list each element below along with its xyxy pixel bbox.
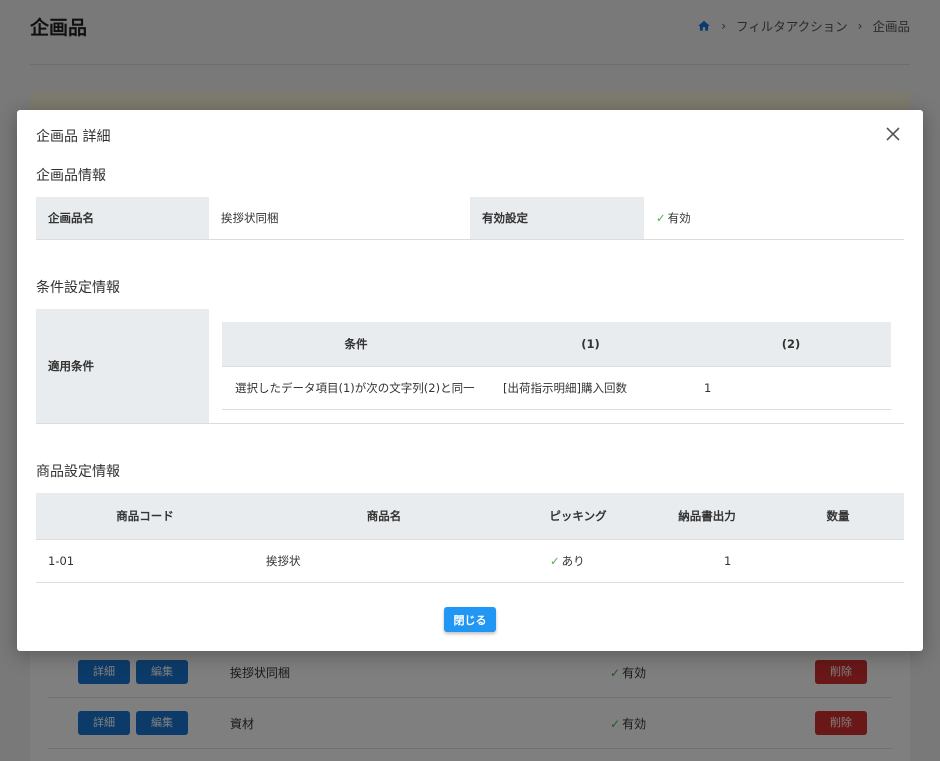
quantity-value: 1: [724, 539, 904, 583]
column-header: 商品名: [254, 493, 514, 540]
product-name: 挨拶状: [254, 539, 514, 583]
check-icon: ✓: [656, 210, 666, 225]
condition-label: 適用条件: [36, 309, 209, 423]
column-header: (2): [691, 322, 891, 367]
plan-section-title: 企画品情報: [36, 168, 106, 184]
column-header: 数量: [772, 493, 904, 540]
slip-output-value: [642, 539, 772, 583]
close-icon[interactable]: [885, 126, 901, 142]
condition-table: 条件 (1) (2) 選択したデータ項目(1)が次の文字列(2)と同一 [出荷指…: [222, 322, 891, 410]
table-row: 選択したデータ項目(1)が次の文字列(2)と同一 [出荷指示明細]購入回数 1: [222, 366, 891, 410]
table-header-row: 条件 (1) (2): [222, 322, 891, 367]
column-header: 納品書出力: [642, 493, 772, 540]
plan-name-value: 挨拶状同梱: [209, 197, 470, 240]
product-table: 商品コード 商品名 ピッキング 納品書出力 数量 1-01 挨拶状 ✓ あり 1: [36, 493, 904, 583]
column-header: 商品コード: [36, 493, 254, 540]
product-section-title: 商品設定情報: [36, 464, 120, 480]
plan-info-table: 企画品名 挨拶状同梱 有効設定 ✓ 有効: [36, 197, 904, 240]
enabled-label: 有効設定: [470, 197, 644, 240]
condition-section-title: 条件設定情報: [36, 280, 120, 296]
condition-cell: 選択したデータ項目(1)が次の文字列(2)と同一: [222, 366, 490, 410]
table-row: 1-01 挨拶状 ✓ あり 1: [36, 539, 904, 583]
param2-cell: 1: [691, 366, 891, 410]
table-header-row: 商品コード 商品名 ピッキング 納品書出力 数量: [36, 493, 904, 540]
param1-cell: [出荷指示明細]購入回数: [490, 366, 691, 410]
column-header: (1): [490, 322, 691, 367]
modal-title: 企画品 詳細: [36, 129, 111, 145]
column-header: ピッキング: [514, 493, 642, 540]
table-row: 企画品名 挨拶状同梱 有効設定 ✓ 有効: [36, 197, 904, 240]
detail-modal: 企画品 詳細 企画品情報 企画品名 挨拶状同梱 有効設定 ✓ 有効 条件設定情報 …: [17, 110, 923, 651]
condition-block: 適用条件 条件 (1) (2) 選択したデータ項目(1)が次の文字列(2)と同一…: [36, 309, 904, 424]
check-icon: ✓: [550, 553, 560, 568]
plan-name-label: 企画品名: [36, 197, 209, 240]
close-button[interactable]: 閉じる: [444, 607, 496, 632]
product-code: 1-01: [36, 539, 254, 583]
column-header: 条件: [222, 322, 490, 367]
picking-value: ✓ あり: [514, 539, 642, 583]
enabled-value: ✓ 有効: [644, 197, 904, 240]
